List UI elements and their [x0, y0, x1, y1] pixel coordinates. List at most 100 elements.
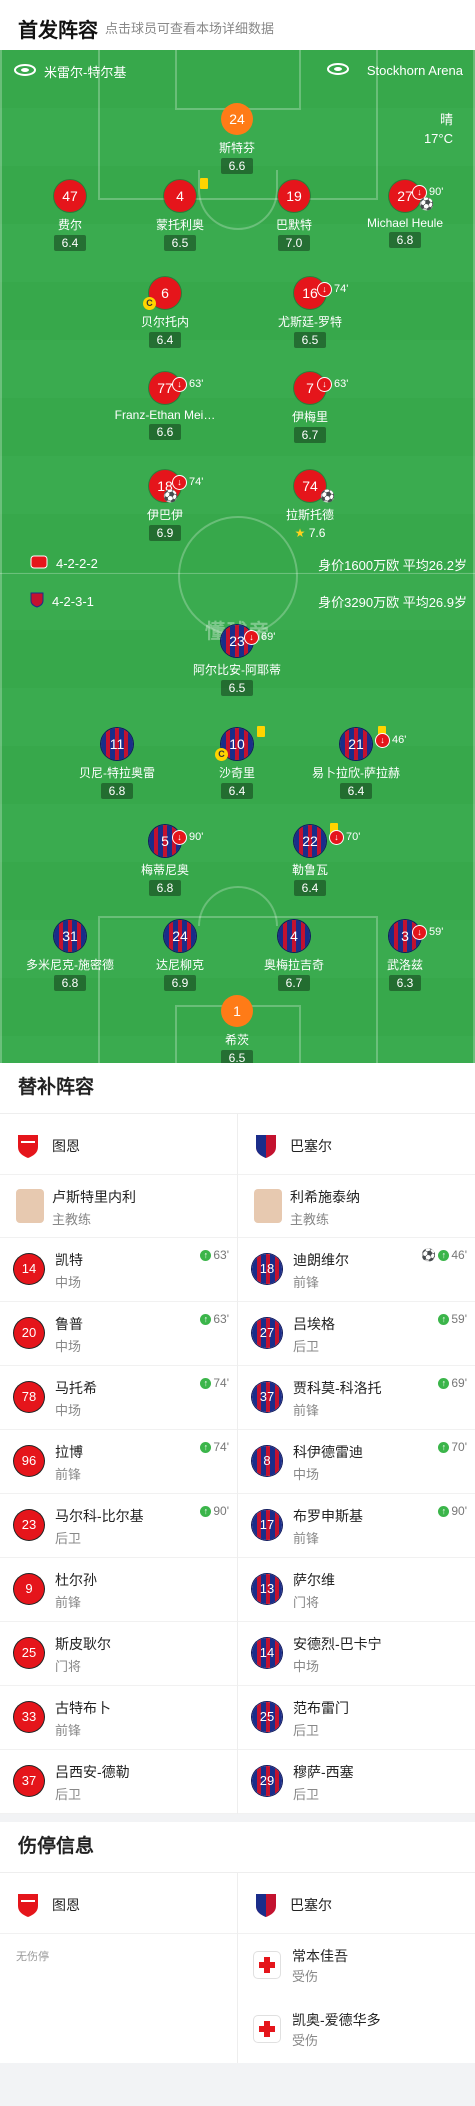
home-player-forward[interactable]: 74 ⚽ 拉斯托德 ★ 7.6	[250, 470, 370, 542]
sub-player-row[interactable]: 23 马尔科-比尔基 后卫 ↑ 90'	[0, 1494, 237, 1558]
sub-player-row[interactable]: 37 贾科莫-科洛托 前锋 ↑ 69'	[238, 1366, 475, 1430]
sub-out-icon: ↓	[173, 475, 186, 489]
player-name: 梅蒂尼奥	[140, 863, 189, 877]
home-player-goalkeeper[interactable]: 24 斯特芬 6.6	[177, 103, 297, 175]
sub-player-row[interactable]: 27 吕埃格 后卫 ↑ 59'	[238, 1302, 475, 1366]
player-name: 伊梅里	[291, 410, 328, 424]
away-player-midfielder[interactable]: 11 贝尼-特拉奥雷 6.8	[57, 728, 177, 800]
goal-ball-icon: ⚽	[163, 489, 178, 503]
player-number: 31	[54, 920, 86, 952]
sub-player-row[interactable]: 78 马托希 中场 ↑ 74'	[0, 1366, 237, 1430]
player-name: 蒙托利奥	[155, 218, 204, 232]
away-player-midfielder[interactable]: 10 C 沙奇里 6.4	[177, 726, 297, 800]
away-player-defender[interactable]: 31 多米尼克-施密德 6.8	[10, 920, 130, 992]
away-team-row[interactable]: 巴塞尔	[238, 1873, 475, 1934]
sub-in-minute: 63'	[213, 1312, 229, 1326]
sub-player-row[interactable]: 20 鲁普 中场 ↑ 63'	[0, 1302, 237, 1366]
home-team-row[interactable]: 图恩	[0, 1114, 237, 1175]
away-player-forward[interactable]: 23 ↓ 69' 阿尔比安-阿耶蒂 6.5	[177, 625, 297, 697]
player-rating: 6.5	[293, 332, 327, 348]
sub-player-row[interactable]: 14 凯特 中场 ↑ 63'	[0, 1238, 237, 1302]
sub-player-row[interactable]: 96 拉博 前锋 ↑ 74'	[0, 1430, 237, 1494]
sub-player-row[interactable]: 37 吕西安-德勒 后卫	[0, 1750, 237, 1814]
player-name: 萨尔维	[293, 1572, 335, 1588]
injury-section: 图恩 无伤停 巴塞尔 常本佳吾 受伤 凯奥-爱德华多 受伤	[0, 1873, 475, 2063]
player-number: 3 ↓ 59'	[389, 920, 443, 952]
sub-out-indicator: ↓ 63'	[173, 368, 203, 400]
away-player-goalkeeper[interactable]: 1 希茨 6.5	[177, 995, 297, 1063]
sub-out-indicator: ↓ 46'	[376, 724, 406, 756]
player-number: 23	[14, 1510, 44, 1540]
sub-out-icon: ↓	[376, 733, 389, 747]
home-subs-column: 图恩 卢斯特里内利 主教练 14 凯特 中场 ↑ 63' 20 鲁普 中场 ↑ 63' 78 马托希中…	[0, 1114, 238, 1814]
stadium-icon	[14, 63, 36, 80]
sub-in-indicator: ↑ 90'	[200, 1504, 229, 1518]
goal-ball-icon: ⚽	[419, 197, 434, 211]
away-team-name: 巴塞尔	[290, 1138, 332, 1154]
player-rating: 6.4	[53, 235, 87, 251]
away-player-midfielder[interactable]: 5 ↓ 90' 梅蒂尼奥 6.8	[105, 825, 225, 897]
lineup-header: 首发阵容 点击球员可查看本场详细数据	[0, 0, 475, 50]
away-player-defender[interactable]: 24 达尼柳克 6.9	[120, 920, 240, 992]
player-name: 希茨	[224, 1033, 249, 1047]
player-number: 17	[252, 1510, 282, 1540]
home-player-defender[interactable]: 47 费尔 6.4	[10, 180, 130, 252]
sub-player-row[interactable]: 29 穆萨-西塞 后卫	[238, 1750, 475, 1814]
sub-player-row[interactable]: 25 范布雷门 后卫	[238, 1686, 475, 1750]
sub-player-row[interactable]: 13 萨尔维 门将	[238, 1558, 475, 1622]
player-rating: 6.7	[277, 975, 311, 991]
player-position: 中场	[293, 1659, 320, 1674]
player-rating: 6.6	[148, 424, 182, 440]
player-number: 27 ↓ 90' ⚽	[389, 180, 443, 212]
away-coach[interactable]: 利希施泰纳 主教练	[238, 1175, 475, 1238]
injury-status: 受伤	[292, 1969, 319, 1984]
player-name: 勒鲁瓦	[291, 863, 328, 877]
home-player-forward[interactable]: 18 ↓ 74' ⚽ 伊巴伊 6.9	[105, 470, 225, 542]
player-number: 25	[252, 1702, 282, 1732]
sub-player-row[interactable]: 33 古特布卜 前锋	[0, 1686, 237, 1750]
sub-in-minute: 46'	[451, 1248, 467, 1262]
sub-player-row[interactable]: 17 布罗申斯基 前锋 ↑ 90'	[238, 1494, 475, 1558]
player-number: 4	[164, 178, 208, 212]
home-team-row[interactable]: 图恩	[0, 1873, 237, 1934]
player-rating: 6.8	[100, 783, 134, 799]
injury-item[interactable]: 凯奥-爱德华多 受伤	[238, 1998, 475, 2062]
player-rating: 6.8	[388, 232, 422, 248]
away-player-defender[interactable]: 3 ↓ 59' 武洛兹 6.3	[345, 920, 465, 992]
sub-in-icon: ↑	[200, 1441, 212, 1453]
player-position: 后卫	[293, 1339, 320, 1354]
sub-out-indicator: ↓ 74'	[318, 273, 348, 305]
sub-in-icon: ↑	[438, 1441, 450, 1453]
yellow-card-icon	[257, 726, 265, 737]
injury-item[interactable]: 常本佳吾 受伤	[238, 1934, 475, 1998]
sub-player-row[interactable]: 14 安德烈-巴卡宁 中场	[238, 1622, 475, 1686]
player-name: 易卜拉欣-萨拉赫	[312, 766, 400, 780]
home-player-midfielder[interactable]: 16 ↓ 74' 尤斯廷-罗特 6.5	[250, 277, 370, 349]
player-rating: 6.3	[388, 975, 422, 991]
player-rating: 6.7	[293, 427, 327, 443]
player-position: 门将	[293, 1595, 320, 1610]
away-player-midfielder[interactable]: 21 ↓ 46' 易卜拉欣-萨拉赫 6.4	[296, 726, 416, 800]
away-team-row[interactable]: 巴塞尔	[238, 1114, 475, 1175]
sub-player-row[interactable]: 18 迪朗维尔 前锋 ⚽ ↑ 46'	[238, 1238, 475, 1302]
home-player-midfielder[interactable]: 6C 贝尔托内 6.4	[105, 277, 225, 349]
home-player-defender[interactable]: 19 巴默特 7.0	[234, 180, 354, 252]
home-player-defender[interactable]: 4 蒙托利奥 6.5	[120, 178, 240, 252]
goal-ball-icon: ⚽	[421, 1248, 437, 1262]
home-coach[interactable]: 卢斯特里内利 主教练	[0, 1175, 237, 1238]
sub-player-row[interactable]: 8 科伊德雷迪 中场 ↑ 70'	[238, 1430, 475, 1494]
sub-player-row[interactable]: 9 杜尔孙 前锋	[0, 1558, 237, 1622]
coach-avatar	[254, 1189, 282, 1223]
away-player-defender[interactable]: 4 奥梅拉吉奇 6.7	[234, 920, 354, 992]
sub-player-row[interactable]: 25 斯皮耿尔 门将	[0, 1622, 237, 1686]
away-player-midfielder[interactable]: 22 ↓ 70' 勒鲁瓦 6.4	[250, 823, 370, 897]
home-player-midfielder[interactable]: 77 ↓ 63' Franz-Ethan Mei… 6.6	[105, 372, 225, 441]
player-number: 7 ↓ 63'	[294, 372, 348, 404]
star-icon: ★	[294, 526, 306, 540]
home-team-name: 图恩	[52, 1138, 80, 1154]
sub-out-indicator: ↓ 59'	[413, 916, 443, 948]
player-number: 11	[101, 728, 133, 760]
player-name: 古特布卜	[55, 1700, 111, 1716]
home-player-midfielder[interactable]: 7 ↓ 63' 伊梅里 6.7	[250, 372, 370, 444]
home-player-defender[interactable]: 27 ↓ 90' ⚽ Michael Heule 6.8	[345, 180, 465, 249]
